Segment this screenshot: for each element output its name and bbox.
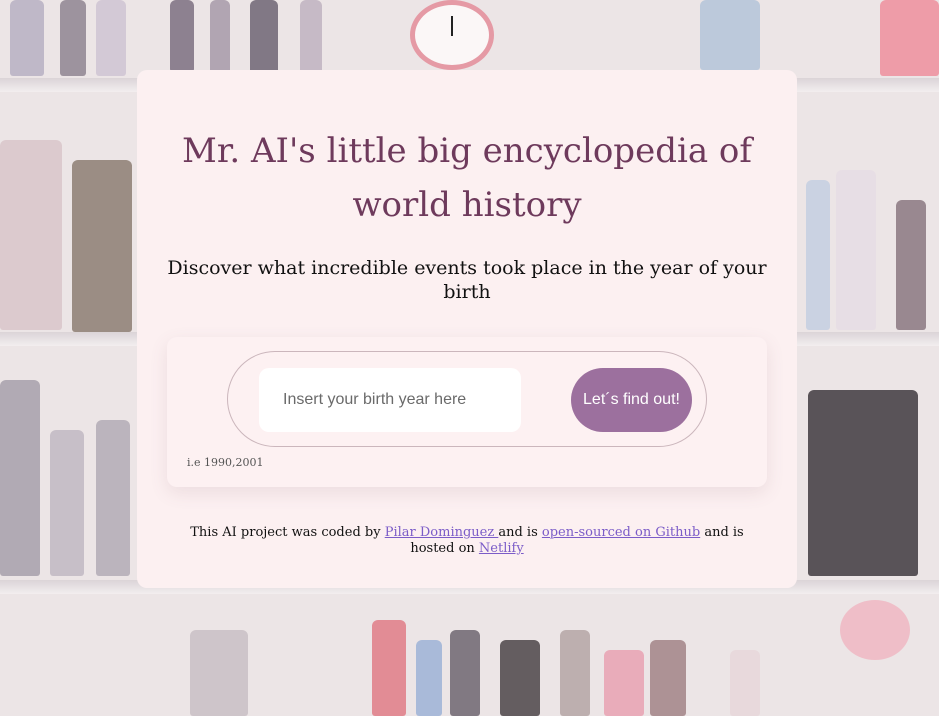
book bbox=[808, 390, 918, 576]
book bbox=[560, 630, 590, 716]
book bbox=[170, 0, 194, 72]
page-title: Mr. AI's little big encyclopedia of worl… bbox=[182, 131, 752, 225]
netlify-link[interactable]: Netlify bbox=[479, 541, 524, 556]
book bbox=[10, 0, 44, 76]
book bbox=[650, 640, 686, 716]
book bbox=[72, 160, 132, 332]
book bbox=[60, 0, 86, 76]
flower-illustration bbox=[840, 600, 910, 660]
github-link[interactable]: open-sourced on Github bbox=[542, 525, 700, 540]
book bbox=[372, 620, 406, 716]
book bbox=[0, 140, 62, 330]
book bbox=[96, 420, 130, 576]
book bbox=[604, 650, 644, 716]
book bbox=[880, 0, 939, 76]
book bbox=[806, 180, 830, 330]
author-link[interactable]: Pilar Dominguez bbox=[385, 525, 499, 540]
search-panel: Let´s find out! i.e 1990,2001 bbox=[167, 337, 767, 487]
footer: This AI project was coded by Pilar Domin… bbox=[167, 525, 767, 557]
book bbox=[416, 640, 442, 716]
book bbox=[500, 640, 540, 716]
clock-illustration bbox=[410, 0, 494, 70]
book bbox=[300, 0, 322, 76]
book bbox=[0, 380, 40, 576]
footer-text: and is bbox=[498, 525, 542, 540]
book bbox=[700, 0, 760, 70]
book bbox=[190, 630, 248, 716]
book bbox=[896, 200, 926, 330]
book bbox=[730, 650, 760, 716]
page-subtitle: Discover what incredible events took pla… bbox=[167, 257, 767, 303]
input-hint: i.e 1990,2001 bbox=[187, 456, 264, 469]
find-out-button[interactable]: Let´s find out! bbox=[571, 368, 692, 432]
birth-year-input[interactable] bbox=[259, 368, 521, 432]
search-form: Let´s find out! bbox=[227, 351, 707, 447]
book bbox=[250, 0, 278, 76]
book bbox=[96, 0, 126, 76]
book bbox=[50, 430, 84, 576]
book bbox=[836, 170, 876, 330]
book bbox=[210, 0, 230, 74]
footer-text: This AI project was coded by bbox=[190, 525, 385, 540]
book bbox=[450, 630, 480, 716]
main-card: Mr. AI's little big encyclopedia of worl… bbox=[137, 70, 797, 588]
